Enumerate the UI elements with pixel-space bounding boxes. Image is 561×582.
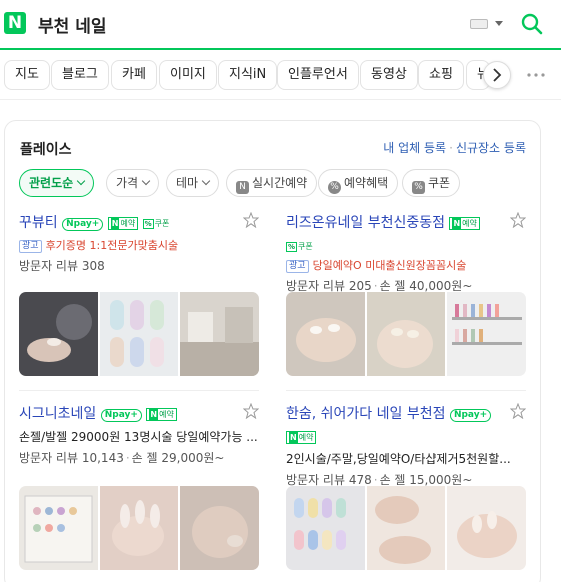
place-name[interactable]: 한숨, 쉬어가다 네일 부천점: [286, 406, 445, 422]
price-text: 손 젤 29,000원~: [131, 451, 225, 465]
nail-photo[interactable]: [367, 292, 445, 376]
place-description: 2인시술/주말,당일예약O/타샵제거5천원할...: [286, 452, 511, 466]
search-header: N 부천 네일: [0, 0, 561, 50]
star-icon[interactable]: [510, 403, 526, 419]
nail-photo[interactable]: [367, 486, 445, 570]
booking-badge: N 예약: [449, 217, 480, 230]
booking-badge: N 예약: [286, 431, 317, 444]
coupon-badge: % 쿠폰: [142, 219, 170, 229]
star-icon[interactable]: [243, 212, 259, 228]
nail-photo[interactable]: [19, 486, 98, 570]
filter-sort-relevance[interactable]: 관련도순: [19, 169, 95, 197]
star-icon[interactable]: [243, 403, 259, 419]
price-text: 손 젤 15,000원~: [379, 473, 473, 487]
place-result[interactable]: 리즈온유네일 부천신중동점 N 예약 % 쿠폰 광고 당일예약O 미대출신원장꼼꼼시술…: [286, 212, 526, 294]
promo-text: 후기증명 1:1전문가맞춤시술: [45, 239, 179, 252]
n-booking-icon: N: [236, 181, 249, 194]
place-name[interactable]: 리즈온유네일 부천신중동점: [286, 215, 445, 231]
review-count: 478: [348, 473, 372, 487]
chevron-right-icon: [493, 68, 502, 82]
place-links: 내 업체 등록 · 신규장소 등록: [383, 141, 526, 155]
coupon-badge: % 쿠폰: [286, 242, 313, 252]
filter-realtime-booking[interactable]: N 실시간예약: [226, 169, 318, 197]
booking-badge: N 예약: [146, 408, 177, 421]
nail-photo[interactable]: [447, 486, 526, 570]
place-result[interactable]: 꾸뷰티 Npay+ N 예약 % 쿠폰 광고 후기증명 1:1전문가맞춤시술 방문자 …: [19, 212, 259, 274]
divider: [286, 390, 526, 391]
nail-photo[interactable]: [19, 292, 98, 376]
register-business-link[interactable]: 내 업체 등록: [383, 141, 446, 155]
percent-icon: %: [328, 181, 341, 194]
review-label: 방문자 리뷰: [286, 279, 346, 293]
nail-photo[interactable]: [447, 292, 526, 376]
star-icon[interactable]: [510, 212, 526, 228]
divider: [19, 390, 259, 391]
tab-blog[interactable]: 블로그: [51, 60, 109, 90]
chevron-down-icon: [201, 176, 211, 186]
tab-video[interactable]: 동영상: [360, 60, 418, 90]
nail-photo[interactable]: [286, 292, 365, 376]
nail-photo[interactable]: [180, 292, 259, 376]
place-result[interactable]: 시그니초네일 Npay+ N 예약 손젤/발젤 29000원 13명시술 당일예약…: [19, 403, 259, 466]
nail-photo[interactable]: [180, 486, 259, 570]
keyboard-icon[interactable]: [470, 19, 488, 29]
review-label: 방문자 리뷰: [19, 259, 79, 273]
filter-coupon[interactable]: % 쿠폰: [402, 169, 461, 197]
place-section: 플레이스 내 업체 등록 · 신규장소 등록 관련도순 가격 테마 N 실시간예약 %…: [4, 120, 541, 582]
more-icon[interactable]: [527, 73, 545, 77]
filter-booking-benefit[interactable]: % 예약혜택: [318, 169, 399, 197]
npay-badge: Npay+: [100, 409, 142, 422]
npay-badge: Npay+: [449, 409, 492, 422]
place-name[interactable]: 시그니초네일: [19, 406, 96, 422]
chevron-down-icon: [141, 176, 151, 186]
nail-photo[interactable]: [286, 486, 365, 570]
section-title: 플레이스: [20, 142, 72, 158]
review-count: 10,143: [81, 451, 124, 465]
new-place-link[interactable]: 신규장소 등록: [456, 141, 526, 155]
naver-logo[interactable]: N: [4, 12, 26, 34]
npay-badge: Npay+: [62, 218, 104, 231]
photo-strip[interactable]: [286, 486, 526, 570]
promo-text: 당일예약O 미대출신원장꼼꼼시술: [312, 259, 467, 272]
tab-shopping[interactable]: 쇼핑: [418, 60, 464, 90]
review-label: 방문자 리뷰: [19, 451, 79, 465]
search-input[interactable]: 부천 네일: [38, 12, 106, 37]
tab-kin[interactable]: 지식iN: [218, 60, 278, 90]
nail-photo[interactable]: [100, 486, 178, 570]
place-result[interactable]: 한숨, 쉬어가다 네일 부천점 Npay+ N 예약 2인시술/주말,당일예약O/…: [286, 403, 526, 488]
tab-image[interactable]: 이미지: [159, 60, 217, 90]
tab-cafe[interactable]: 카페: [111, 60, 157, 90]
review-count: 308: [81, 259, 105, 273]
place-description: 손젤/발젤 29000원 13명시술 당일예약가능 ...: [19, 430, 258, 444]
chevron-down-icon: [76, 176, 86, 186]
nail-photo[interactable]: [100, 292, 178, 376]
review-label: 방문자 리뷰: [286, 473, 346, 487]
filter-theme[interactable]: 테마: [166, 169, 220, 197]
ad-badge: 광고: [19, 240, 42, 253]
ad-badge: 광고: [286, 260, 309, 273]
review-count: 205: [348, 279, 372, 293]
tab-map[interactable]: 지도: [4, 60, 50, 90]
tabs-scroll-next-button[interactable]: [483, 61, 511, 89]
photo-strip[interactable]: [286, 292, 526, 376]
keyboard-dropdown-icon[interactable]: [495, 21, 503, 26]
coupon-icon: %: [412, 181, 425, 194]
place-name[interactable]: 꾸뷰티: [19, 215, 58, 231]
photo-strip[interactable]: [19, 292, 259, 376]
price-text: 손 젤 40,000원~: [379, 279, 473, 293]
booking-badge: N 예약: [107, 217, 139, 230]
tab-influencer[interactable]: 인플루언서: [277, 60, 359, 90]
photo-strip[interactable]: [19, 486, 259, 570]
search-tabs: 지도 블로그 카페 이미지 지식iN 인플루언서 동영상 쇼핑 뉴: [0, 52, 561, 100]
filter-price[interactable]: 가격: [106, 169, 160, 197]
search-icon[interactable]: [521, 13, 543, 35]
